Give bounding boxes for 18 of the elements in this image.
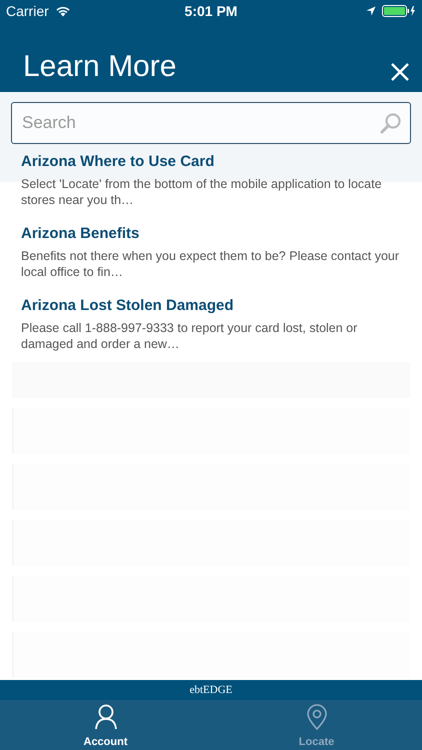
article-summary: Benefits not there when you expect them to be? Please contact your local office to fin…: [21, 248, 400, 280]
article-summary: Select 'Locate' from the bottom of the mobile application to locate stores near you th…: [21, 176, 383, 208]
search-icon: [380, 112, 402, 134]
carrier-name: Carrier: [6, 3, 49, 19]
article-title[interactable]: Arizona Benefits: [21, 225, 401, 242]
brand-name: ebtEDGE: [190, 684, 232, 696]
status-time: 5:01 PM: [184, 3, 238, 19]
tab[interactable]: Account: [0, 700, 211, 750]
article-title[interactable]: Arizona Where to Use Card: [21, 153, 401, 170]
article-summary: Please call 1-888-997-9333 to report your card lost, stolen or damaged and order a new…: [21, 320, 358, 352]
battery-icon: [382, 5, 416, 17]
article-title[interactable]: Arizona Lost Stolen Damaged: [21, 297, 401, 314]
map-pin-icon: [306, 704, 326, 730]
screen-title: Learn More: [23, 50, 176, 84]
wifi-icon: [54, 5, 71, 17]
search-field[interactable]: Search: [11, 102, 411, 144]
person-icon: [94, 704, 118, 730]
location-arrow-icon: [366, 6, 376, 16]
